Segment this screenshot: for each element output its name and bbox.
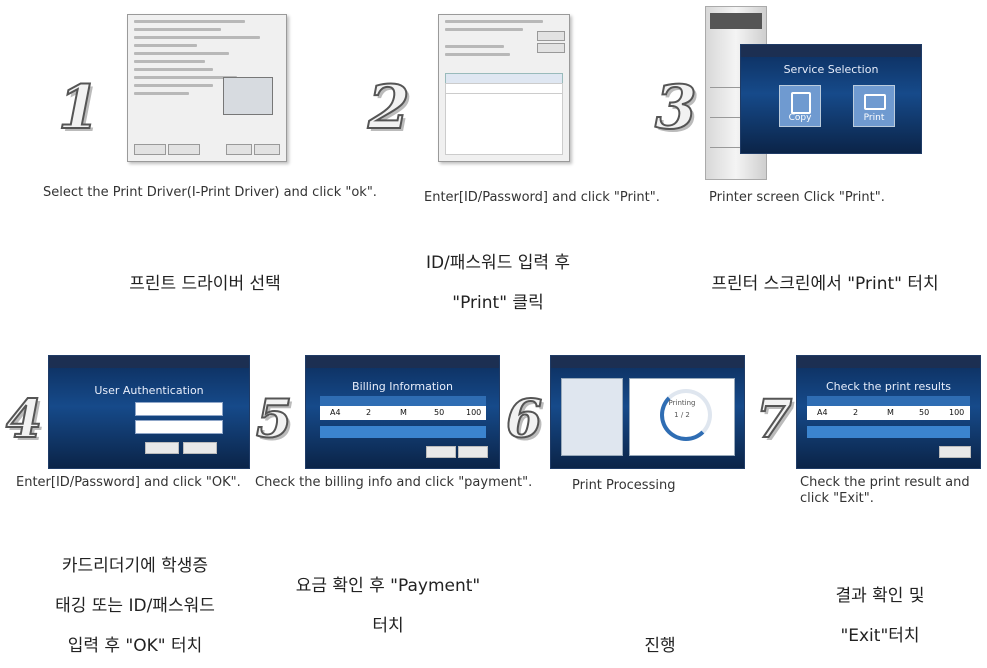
- step-6-korean-label: 진행: [644, 636, 676, 656]
- copy-icon: [791, 92, 811, 114]
- step-7-exit-button: [939, 446, 971, 458]
- step-3-service-selection-screen: Service Selection Copy Print: [740, 44, 922, 154]
- step-5-cancel-button: [458, 446, 488, 458]
- step-5-payment-button: [426, 446, 456, 458]
- step-3-caption: Printer screen Click "Print".: [709, 190, 885, 205]
- step-1-caption: Select the Print Driver(I-Print Driver) …: [43, 185, 377, 200]
- step-4-user-authentication-screen: User Authentication: [48, 355, 250, 469]
- step-4-cancel-button: [183, 442, 217, 454]
- step-3-korean-label: 프린터 스크린에서 "Print" 터치: [711, 274, 939, 294]
- step-2-number: 2: [367, 73, 411, 143]
- step-5-billing-information-screen: Billing Information A4 2 M 50 100: [305, 355, 500, 469]
- step-7-korean-label: 결과 확인 및 "Exit"터치: [835, 586, 925, 646]
- step-2-korean-label: ID/패스워드 입력 후 "Print" 클릭: [425, 253, 571, 313]
- step-4-ok-button: [145, 442, 179, 454]
- step-4-caption: Enter[ID/Password] and click "OK".: [16, 475, 241, 490]
- step-5-korean-label: 요금 확인 후 "Payment" 터치: [295, 576, 481, 636]
- step-5-number: 5: [255, 389, 293, 450]
- step-5-billing-row: A4 2 M 50 100: [320, 406, 486, 420]
- step-6-caption: Print Processing: [572, 478, 676, 493]
- step-6-number: 6: [505, 389, 543, 450]
- step-1-korean-label: 프린트 드라이버 선택: [129, 274, 281, 294]
- step-7-caption: Check the print result and click "Exit".: [800, 475, 970, 506]
- step-3-number: 3: [654, 73, 698, 143]
- step-2-login-dialog-screenshot: [438, 14, 570, 162]
- step-4-password-field: [135, 420, 223, 434]
- step-4-korean-label: 카드리더기에 학생증 태깅 또는 ID/패스워드 입력 후 "OK" 터치: [55, 556, 215, 656]
- step-3-copy-button: Copy: [779, 85, 821, 127]
- step-7-number: 7: [755, 389, 793, 450]
- step-4-id-field: [135, 402, 223, 416]
- step-1-print-dialog-screenshot: [127, 14, 287, 162]
- step-2-caption: Enter[ID/Password] and click "Print".: [424, 190, 660, 205]
- step-7-result-row: A4 2 M 50 100: [807, 406, 970, 420]
- step-6-print-processing-screen: Printing 1 / 2: [550, 355, 745, 469]
- printer-icon: [864, 94, 886, 110]
- step-4-number: 4: [5, 389, 43, 450]
- step-7-print-results-screen: Check the print results A4 2 M 50 100: [796, 355, 981, 469]
- step-1-number: 1: [57, 73, 101, 143]
- step-3-print-button: Print: [853, 85, 895, 127]
- step-5-caption: Check the billing info and click "paymen…: [255, 475, 533, 490]
- step-1-preview-thumbnail: [223, 77, 273, 115]
